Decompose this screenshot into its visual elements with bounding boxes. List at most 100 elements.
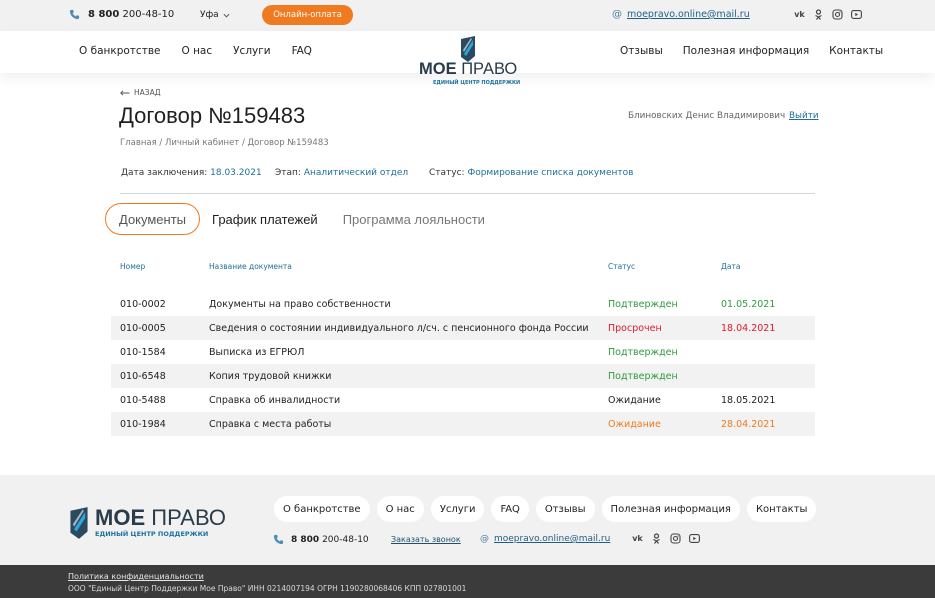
top-bar: 8 800 200-48-10 Уфа Онлайн-оплата @ moep… [0, 0, 935, 31]
footer-nav-reviews[interactable]: Отзывы [535, 496, 595, 522]
contract-stage: Этап: Аналитический отдел [275, 168, 408, 178]
phone-icon [69, 9, 80, 20]
doc-name: Выписка из ЕГРЮЛ [209, 346, 305, 358]
legal-bar: Политика конфиденциальности ООО "Единый … [0, 565, 935, 598]
logout-link[interactable]: Выйти [789, 111, 819, 121]
nav-item-reviews[interactable]: Отзывы [620, 45, 663, 57]
contract-status: Статус: Формирование списка документов [429, 168, 633, 178]
contract-status-label: Статус: [429, 168, 465, 178]
col-header-status: Статус [608, 261, 636, 271]
footer-logo-tagline: ЕДИНЫЙ ЦЕНТР ПОДДЕРЖКИ [95, 530, 209, 538]
youtube-icon[interactable] [689, 533, 700, 544]
doc-number: 010-5488 [120, 394, 166, 406]
footer: МОЕ ПРАВО ЕДИНЫЙ ЦЕНТР ПОДДЕРЖКИ О банкр… [0, 475, 935, 565]
vk-icon[interactable]: vk [632, 533, 643, 544]
doc-name: Копия трудовой книжки [200, 364, 599, 388]
table-row[interactable]: 010-0002 Документы на право собственност… [111, 292, 815, 316]
back-label: НАЗАД [134, 88, 161, 97]
doc-date [712, 340, 815, 364]
footer-nav-about[interactable]: О нас [376, 496, 424, 522]
doc-name: Документы на право собственности [209, 298, 391, 310]
table-row[interactable]: 010-1584 Выписка из ЕГРЮЛ Подтвержден [111, 340, 815, 364]
youtube-icon[interactable] [851, 9, 862, 20]
nav-right: Отзывы Полезная информация Контакты [620, 45, 883, 57]
online-payment-button[interactable]: Онлайн-оплата [262, 5, 353, 25]
contract-stage-value: Аналитический отдел [303, 168, 409, 178]
top-phone[interactable]: 8 800 200-48-10 [69, 9, 174, 20]
footer-logo-name-bold: МОЕ [95, 505, 146, 530]
table-row[interactable]: 010-5488 Справка об инвалидности Ожидани… [111, 388, 815, 412]
at-icon: @ [480, 534, 489, 544]
back-link[interactable]: НАЗАД [120, 88, 161, 97]
doc-status: Подтвержден [599, 364, 712, 388]
logo-name-light: ПРАВО [461, 60, 518, 78]
table-row[interactable]: 010-6548 Копия трудовой книжки Подтвержд… [111, 364, 815, 388]
nav-item-useful-info[interactable]: Полезная информация [683, 45, 809, 57]
footer-logo-name: МОЕ ПРАВО [95, 505, 226, 531]
doc-status: Ожидание [599, 412, 712, 436]
doc-number: 010-0005 [111, 316, 200, 340]
footer-email[interactable]: @ moepravo.online@mail.ru [480, 534, 610, 544]
doc-date: 18.05.2021 [721, 394, 776, 406]
site-logo[interactable]: МОЕ ПРАВО ЕДИНЫЙ ЦЕНТР ПОДДЕРЖКИ [419, 36, 521, 89]
arrow-left-icon [120, 89, 130, 96]
city-label: Уфа [200, 10, 219, 20]
at-icon: @ [612, 9, 622, 20]
nav-item-services[interactable]: Услуги [233, 45, 270, 57]
contract-date-value: 18.03.2021 [210, 168, 262, 178]
footer-phone[interactable]: 8 800 200-48-10 [273, 534, 369, 545]
doc-status: Просрочен [599, 316, 712, 340]
contract-date: Дата заключения: 18.03.2021 [121, 168, 262, 178]
table-header-row: Номер Название документа Статус Дата [111, 256, 815, 276]
col-header-name: Название документа [209, 261, 292, 271]
col-header-date: Дата [721, 261, 741, 271]
doc-number: 010-1584 [120, 346, 166, 358]
user-name: Блиновских Денис Владимирович [628, 111, 786, 121]
footer-logo[interactable]: МОЕ ПРАВО ЕДИНЫЙ ЦЕНТР ПОДДЕРЖКИ [68, 505, 228, 545]
table-row[interactable]: 010-0005 Сведения о состоянии индивидуал… [111, 316, 815, 340]
col-header-number: Номер [120, 261, 146, 271]
footer-email-address: moepravo.online@mail.ru [494, 534, 611, 544]
doc-status: Ожидание [608, 394, 661, 406]
table-spacer [111, 276, 815, 292]
nav-item-about[interactable]: О нас [181, 45, 212, 57]
legal-info: ООО "Единый Центр Поддержки Мое Право" И… [68, 584, 467, 593]
tab-documents[interactable]: Документы [105, 203, 201, 235]
footer-nav-faq[interactable]: FAQ [491, 496, 529, 522]
doc-date: 01.05.2021 [721, 298, 776, 310]
nav-item-faq[interactable]: FAQ [292, 45, 312, 57]
chevron-down-icon [223, 13, 230, 18]
logo-tagline: ЕДИНЫЙ ЦЕНТР ПОДДЕРЖКИ [433, 80, 521, 86]
instagram-icon[interactable] [670, 533, 681, 544]
tab-payment-schedule[interactable]: График платежей [212, 203, 318, 235]
doc-name: Справка об инвалидности [209, 394, 341, 406]
vk-icon[interactable]: vk [794, 9, 805, 20]
privacy-policy-link[interactable]: Политика конфиденциальности [68, 572, 204, 581]
tab-loyalty-program[interactable]: Программа лояльности [343, 203, 485, 235]
footer-phone-prefix: 8 800 [291, 534, 320, 545]
contract-stage-label: Этап: [275, 168, 301, 178]
phone-icon [273, 534, 284, 545]
footer-nav-bankruptcy[interactable]: О банкротстве [274, 496, 370, 522]
divider [120, 193, 815, 194]
documents-table: Номер Название документа Статус Дата 010… [111, 256, 815, 436]
top-email[interactable]: @ moepravo.online@mail.ru [612, 9, 750, 20]
footer-nav-contacts[interactable]: Контакты [746, 496, 817, 522]
ok-icon[interactable] [813, 9, 824, 20]
top-email-address: moepravo.online@mail.ru [627, 9, 750, 20]
ok-icon[interactable] [651, 533, 662, 544]
footer-nav-useful-info[interactable]: Полезная информация [601, 496, 740, 522]
table-row[interactable]: 010-1984 Справка с места работы Ожидание… [111, 412, 815, 436]
nav-item-contacts[interactable]: Контакты [829, 45, 883, 57]
city-select[interactable]: Уфа [200, 10, 230, 20]
footer-nav-services[interactable]: Услуги [430, 496, 485, 522]
instagram-icon[interactable] [832, 9, 843, 20]
phone-number: 200-48-10 [122, 9, 175, 20]
nav-item-bankruptcy[interactable]: О банкротстве [79, 45, 160, 57]
doc-number: 010-0002 [120, 298, 166, 310]
logo-mark-icon [70, 507, 88, 539]
footer-logo-name-light: ПРАВО [151, 505, 226, 530]
callback-link[interactable]: Заказать звонок [391, 535, 461, 544]
contract-date-label: Дата заключения: [121, 168, 208, 178]
doc-status: Подтвержден [608, 346, 678, 358]
